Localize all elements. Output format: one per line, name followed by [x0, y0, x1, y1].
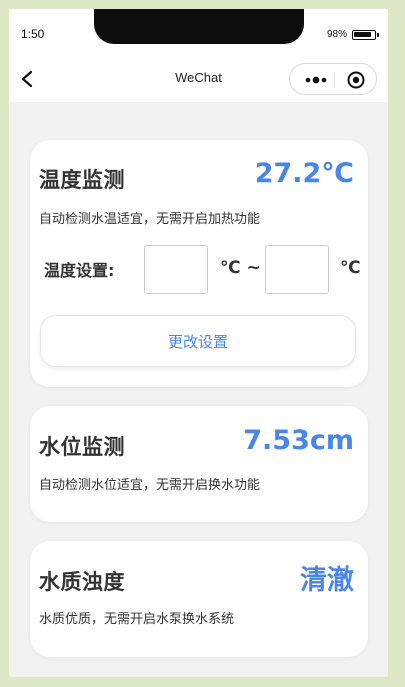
water-level-description: 自动检测水位适宜，无需开启换水功能: [39, 478, 261, 493]
miniprogram-capsule: [289, 63, 377, 95]
battery-percentage: 98%: [327, 29, 348, 40]
temperature-value: 27.2℃: [254, 158, 354, 189]
water-level-value: 7.53cm: [243, 425, 354, 456]
close-button[interactable]: [346, 70, 366, 90]
battery-icon: [352, 30, 379, 40]
water-level-card: 水位监测 7.53cm 自动检测水位适宜，无需开启换水功能: [30, 406, 368, 522]
water-quality-description: 水质优质，无需开启水泵换水系统: [39, 612, 235, 627]
max-temperature-input[interactable]: [265, 245, 329, 294]
phone-screen: 1:50 98% WeChat 温度监测 27.2℃ 自动检测水温适宜，无需开启…: [9, 9, 388, 677]
status-time: 1:50: [21, 27, 45, 41]
temperature-description: 自动检测水温适宜，无需开启加热功能: [39, 212, 261, 227]
water-level-title: 水位监测: [39, 435, 125, 459]
min-temperature-input[interactable]: [144, 245, 208, 294]
unit-label: ℃: [340, 258, 361, 278]
more-button[interactable]: [301, 70, 331, 90]
temperature-setting-label: 温度设置:: [44, 261, 115, 280]
temperature-title: 温度监测: [39, 168, 125, 192]
unit-separator: ℃ ~: [220, 258, 261, 278]
temperature-card: 温度监测 27.2℃ 自动检测水温适宜，无需开启加热功能 温度设置: ℃ ~ ℃…: [30, 140, 368, 387]
nav-bar: WeChat: [9, 57, 388, 102]
close-circle-icon: [347, 71, 365, 89]
camera-notch: [94, 9, 304, 44]
more-dots-icon: [305, 76, 327, 84]
water-quality-title: 水质浊度: [39, 570, 125, 594]
status-bar: 1:50 98%: [9, 9, 388, 57]
change-settings-button[interactable]: 更改设置: [40, 315, 356, 367]
capsule-divider: [334, 72, 335, 88]
water-quality-card: 水质浊度 清澈 水质优质，无需开启水泵换水系统: [30, 541, 368, 657]
water-quality-value: 清澈: [300, 565, 354, 596]
